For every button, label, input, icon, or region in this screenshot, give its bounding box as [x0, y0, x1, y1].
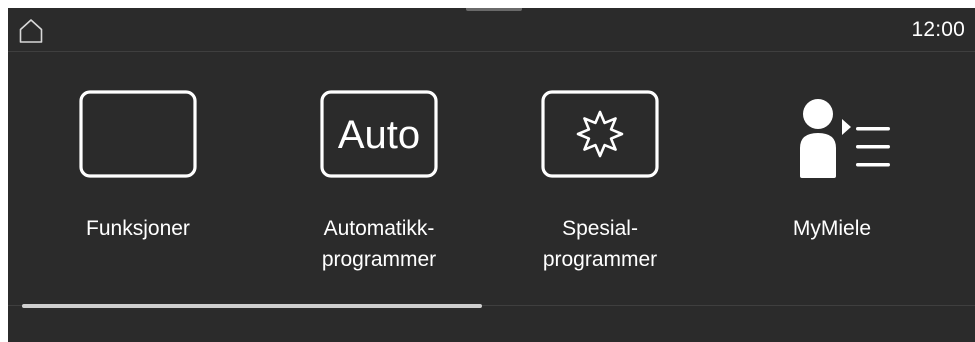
tile-mymiele[interactable]: MyMiele — [727, 90, 937, 290]
tile-automatikkprogrammer[interactable]: Auto Automatikk- programmer — [274, 90, 484, 290]
functions-frame-icon — [73, 90, 203, 180]
tile-label: MyMiele — [792, 217, 872, 240]
auto-icon: Auto — [314, 90, 444, 180]
status-bar: 12:00 — [8, 8, 975, 52]
special-star-icon — [535, 90, 665, 180]
main-menu-tiles: Funksjoner Auto Automatikk- programmer S… — [8, 52, 975, 302]
tile-label: Funksjoner — [86, 217, 190, 240]
scroll-thumb[interactable] — [22, 304, 482, 308]
mymiele-person-list-icon — [767, 90, 897, 180]
clock-time: 12:00 — [911, 18, 965, 41]
home-icon[interactable] — [18, 18, 44, 44]
tile-funksjoner[interactable]: Funksjoner — [33, 90, 243, 290]
auto-icon-text: Auto — [338, 113, 420, 157]
tile-label: Automatikk- programmer — [321, 217, 437, 271]
display-screen: 12:00 Funksjoner Auto Automatikk- progra… — [8, 8, 975, 342]
tile-spesialprogrammer[interactable]: Spesial- programmer — [495, 90, 705, 290]
tile-label: Spesial- programmer — [542, 217, 658, 271]
